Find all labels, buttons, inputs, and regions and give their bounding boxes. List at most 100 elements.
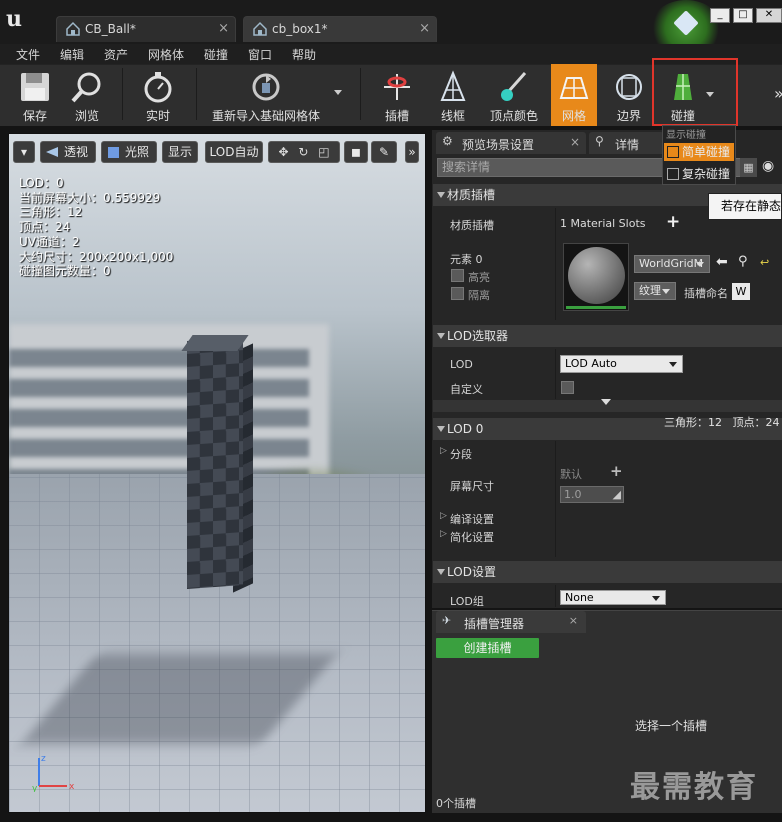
section-lod-picker[interactable]: LOD选取器 xyxy=(433,325,782,347)
slot-name-input[interactable]: W xyxy=(732,283,750,300)
snap-icon[interactable]: ✎ xyxy=(371,141,397,163)
triangles-info: 三角形：12 xyxy=(19,205,83,220)
socket-icon xyxy=(384,74,410,100)
screen-size-info: 当前屏幕大小：0.559929 xyxy=(19,190,161,205)
screen-size-input[interactable]: 1.0 ◢ xyxy=(560,486,624,503)
toolbar-separator xyxy=(122,68,123,120)
add-material-slot-button[interactable]: + xyxy=(666,212,680,232)
simple-collision-checkbox xyxy=(667,146,679,158)
complex-collision-option[interactable]: 复杂碰撞 xyxy=(664,165,734,183)
transform-tools-group[interactable]: ✥ ↻ ◰ xyxy=(268,141,340,163)
screen-size-label: 屏幕尺寸 xyxy=(450,480,494,493)
mesh-label: 网格 xyxy=(561,109,586,123)
realtime-button[interactable]: 实时 xyxy=(133,64,183,126)
toolbar-overflow-icon[interactable]: » xyxy=(774,84,782,103)
grid-icon xyxy=(559,77,589,99)
simple-collision-option[interactable]: 简单碰撞 xyxy=(664,143,734,161)
collision-highlight-box xyxy=(652,58,738,126)
texture-combo[interactable]: 纹理 xyxy=(634,282,676,300)
browse-label: 浏览 xyxy=(74,109,99,123)
menu-window[interactable]: 窗口 xyxy=(248,46,272,63)
mesh-box-preview[interactable] xyxy=(187,337,243,589)
tab-label: 插槽管理器 xyxy=(464,617,525,631)
reset-to-default-icon[interactable]: ↩ xyxy=(760,256,769,269)
section-lod-settings[interactable]: LOD设置 xyxy=(433,561,782,583)
add-screen-size-button[interactable]: + xyxy=(610,462,623,480)
expand-sections-arrow-icon[interactable]: ▷ xyxy=(440,446,447,456)
mesh-grid-toggle[interactable]: 网格 xyxy=(551,64,597,126)
tab-details[interactable]: ⚲ 详情 xyxy=(589,132,664,154)
highlight-checkbox[interactable] xyxy=(451,269,464,282)
menu-asset[interactable]: 资产 xyxy=(104,46,128,63)
minimize-button[interactable]: _ xyxy=(710,8,730,23)
maximize-button[interactable]: □ xyxy=(733,8,753,23)
build-settings-label: 编译设置 xyxy=(450,513,494,526)
socket-button[interactable]: 插槽 xyxy=(374,64,420,126)
tab-close-icon[interactable]: × xyxy=(570,135,580,149)
material-picker-combo[interactable]: WorldGridM xyxy=(634,255,710,273)
complex-collision-label: 复杂碰撞 xyxy=(682,167,731,181)
material-thumbnail[interactable] xyxy=(563,243,629,311)
uv-channels-info: UV通道：2 xyxy=(19,234,80,249)
save-button[interactable]: 保存 xyxy=(10,64,60,126)
element-0-label: 元素 0 xyxy=(450,253,483,266)
reimport-label: 重新导入基础网格体 xyxy=(211,109,320,123)
bounds-icon xyxy=(616,74,642,100)
viewport-more-button[interactable]: » xyxy=(405,141,419,163)
lit-sphere-icon xyxy=(108,147,119,158)
lit-button[interactable]: 光照 xyxy=(101,141,157,163)
tab-cb-ball[interactable]: CB_Ball* × xyxy=(56,16,236,42)
unreal-logo-icon[interactable]: u xyxy=(6,6,34,34)
browse-asset-search-icon[interactable]: ⚲ xyxy=(738,254,748,269)
close-window-button[interactable]: ✕ xyxy=(756,8,782,23)
axis-x-label: x xyxy=(69,782,75,792)
lod-group-select[interactable]: None xyxy=(560,590,666,605)
reimport-base-mesh-button[interactable]: 重新导入基础网格体 xyxy=(206,64,326,126)
advanced-expander[interactable] xyxy=(433,399,782,412)
material-slots-label: 材质插槽 xyxy=(450,219,494,232)
show-button[interactable]: 显示 xyxy=(162,141,198,163)
viewport[interactable]: ▾ 透视 光照 显示 LOD自动 ✥ ↻ ◰ ◼ ✎ » LOD：0 当前屏幕大… xyxy=(8,133,426,813)
chevron-down-icon xyxy=(696,262,704,267)
reimport-dropdown-arrow-icon[interactable] xyxy=(334,90,342,95)
tab-socket-manager[interactable]: ✈ 插槽管理器 × xyxy=(436,611,586,633)
tab-close-icon[interactable]: × xyxy=(419,21,430,36)
collision-primitives-info: 碰撞图元数量：0 xyxy=(19,264,111,279)
menu-help[interactable]: 帮助 xyxy=(292,46,316,63)
menu-edit[interactable]: 编辑 xyxy=(60,46,84,63)
lod-label: LOD xyxy=(450,358,473,371)
menu-file[interactable]: 文件 xyxy=(16,46,40,63)
vertex-color-button[interactable]: 顶点颜色 xyxy=(484,64,544,126)
tab-preview-scene-settings[interactable]: ⚙ 预览场景设置 × xyxy=(436,132,586,154)
sections-label: 分段 xyxy=(450,448,472,461)
custom-lod-checkbox[interactable] xyxy=(561,381,574,394)
bounds-button[interactable]: 边界 xyxy=(606,64,652,126)
use-selected-arrow-icon[interactable]: ⬅ xyxy=(716,254,728,270)
camera-speed-cube-icon[interactable]: ◼ xyxy=(344,141,368,163)
perspective-button[interactable]: 透视 xyxy=(40,141,96,163)
browse-button[interactable]: 浏览 xyxy=(62,64,112,126)
property-matrix-icon[interactable]: ▦ xyxy=(740,158,757,177)
tab-cb-box1[interactable]: cb_box1* × xyxy=(243,16,437,42)
wireframe-button[interactable]: 线框 xyxy=(430,64,476,126)
lod0-title: LOD 0 xyxy=(447,422,484,436)
expand-reduction-settings-arrow-icon[interactable]: ▷ xyxy=(440,529,447,539)
perspective-label: 透视 xyxy=(63,145,88,159)
tab-close-icon[interactable]: × xyxy=(218,21,229,36)
expand-build-settings-arrow-icon[interactable]: ▷ xyxy=(440,511,447,521)
menu-mesh[interactable]: 网格体 xyxy=(148,46,184,63)
stopwatch-icon xyxy=(144,72,172,103)
vertex-color-label: 顶点颜色 xyxy=(489,109,538,123)
create-socket-button[interactable]: 创建插槽 xyxy=(436,638,539,658)
lod-select-value: LOD Auto xyxy=(565,357,617,370)
lod-select[interactable]: LOD Auto xyxy=(560,355,683,373)
magnifier-icon xyxy=(71,72,101,103)
isolate-checkbox[interactable] xyxy=(451,287,464,300)
menu-collision[interactable]: 碰撞 xyxy=(204,46,228,63)
tab-close-icon[interactable]: × xyxy=(569,614,578,627)
viewport-options-button[interactable]: ▾ xyxy=(13,141,35,163)
socket-tool-icon: ✈ xyxy=(442,614,452,627)
visibility-eye-icon[interactable]: ◉ xyxy=(762,158,774,174)
lod-auto-button[interactable]: LOD自动 xyxy=(205,141,263,163)
brush-icon xyxy=(501,72,527,101)
